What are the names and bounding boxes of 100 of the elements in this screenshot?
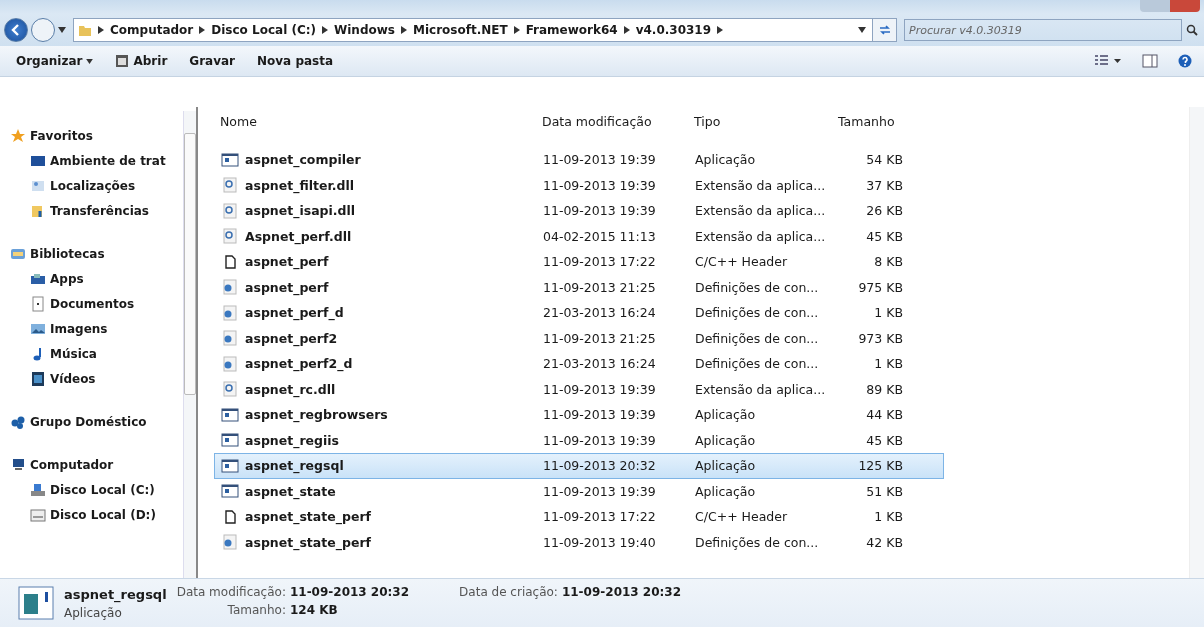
file-row[interactable]: aspnet_regbrowsers 11-09-2013 19:39 Aplicação 44 KB bbox=[214, 402, 944, 428]
file-row[interactable]: aspnet_state_perf 11-09-2013 19:40 Definições de con... 42 KB bbox=[214, 529, 944, 555]
help-icon[interactable] bbox=[1178, 54, 1192, 68]
file-name: aspnet_perf bbox=[245, 254, 329, 270]
dropdown-arrow-icon[interactable] bbox=[58, 27, 66, 33]
refresh-icon bbox=[877, 24, 892, 36]
search-field[interactable]: Procurar v4.0.30319 bbox=[904, 19, 1182, 41]
caret-icon bbox=[86, 58, 94, 64]
size-cell-text: 1 KB bbox=[873, 509, 903, 525]
sidebar-item[interactable]: Disco Local (D:) bbox=[0, 502, 183, 527]
sidebar-item[interactable]: Imagens bbox=[0, 316, 183, 341]
date-cell-text: 11-09-2013 17:22 bbox=[542, 509, 657, 525]
date-cell-text: 11-09-2013 20:32 bbox=[542, 458, 657, 474]
size-cell-text: 45 KB bbox=[865, 432, 903, 448]
chevron-icon[interactable] bbox=[199, 26, 206, 34]
size-cell-text: 1 KB bbox=[873, 356, 903, 372]
file-row[interactable]: aspnet_isapi.dll 11-09-2013 19:39 Extensão da aplica... 26 KB bbox=[214, 198, 944, 224]
file-name: aspnet_perf bbox=[245, 279, 329, 295]
type-cell-text: Definições de con... bbox=[694, 305, 820, 321]
window-controls[interactable] bbox=[1140, 0, 1200, 12]
column-header[interactable]: Data modificação bbox=[540, 114, 692, 129]
sidebar-item[interactable]: Documentos bbox=[0, 291, 183, 316]
file-row[interactable]: aspnet_perf2 11-09-2013 21:25 Definições de con... 973 KB bbox=[214, 325, 944, 351]
property-label: Data modificação: bbox=[176, 585, 286, 599]
file-name: aspnet_regsql bbox=[64, 586, 167, 602]
toolbar-button[interactable]: Abrir bbox=[111, 52, 180, 70]
chevron-icon[interactable] bbox=[623, 26, 630, 34]
breadcrumb[interactable]: Computador bbox=[110, 23, 194, 37]
toolbar-button[interactable]: Organizar bbox=[12, 52, 106, 70]
sidebar-item[interactable]: Disco Local (C:) bbox=[0, 477, 183, 502]
breadcrumb[interactable]: Windows bbox=[334, 23, 395, 37]
sidebar-item[interactable]: Localizações bbox=[0, 173, 183, 198]
file-row[interactable]: aspnet_perf 11-09-2013 17:22 C/C++ Header 8 KB bbox=[214, 249, 944, 275]
size-cell-text: 8 KB bbox=[873, 254, 903, 270]
back-button[interactable] bbox=[4, 18, 28, 42]
date-cell-text: 11-09-2013 19:39 bbox=[542, 152, 657, 168]
file-row[interactable]: aspnet_compiler 11-09-2013 19:39 Aplicação 54 KB bbox=[214, 147, 944, 173]
property-value: 11-09-2013 20:32 bbox=[289, 585, 410, 599]
file-row[interactable]: aspnet_state_perf 11-09-2013 17:22 C/C++ Header 1 KB bbox=[214, 504, 944, 530]
file-row[interactable]: aspnet_perf_d 21-03-2013 16:24 Definições de con... 1 KB bbox=[214, 300, 944, 326]
sidebar-item[interactable]: Ambiente de trat bbox=[0, 148, 183, 173]
scrollbar[interactable] bbox=[183, 111, 196, 578]
sidebar-item[interactable]: Favoritos bbox=[0, 123, 183, 148]
breadcrumb[interactable]: Framework64 bbox=[525, 23, 618, 37]
application-icon bbox=[221, 151, 239, 168]
chevron-icon[interactable] bbox=[513, 26, 520, 34]
type-cell-text: Extensão da aplica... bbox=[694, 381, 825, 397]
sidebar-item[interactable]: Bibliotecas bbox=[0, 241, 183, 266]
file-row[interactable]: aspnet_rc.dll 11-09-2013 19:39 Extensão da aplica... 89 KB bbox=[214, 376, 944, 402]
view-options-icon[interactable] bbox=[1094, 54, 1122, 68]
sidebar-item[interactable]: Vídeos bbox=[0, 366, 183, 391]
document-icon bbox=[30, 295, 46, 312]
type-cell-text: Definições de con... bbox=[694, 279, 820, 295]
date-cell-text: 11-09-2013 19:39 bbox=[542, 407, 657, 423]
file-name: aspnet_state bbox=[245, 483, 336, 499]
address-bar[interactable]: Computador Disco Local (C:) Windows Microsoft.NET Framework64 v4.0.30319 bbox=[73, 18, 897, 42]
chevron-icon[interactable] bbox=[98, 26, 104, 34]
file-name: aspnet_perf_d bbox=[245, 305, 344, 321]
refresh-button[interactable] bbox=[872, 19, 896, 41]
search-icon[interactable] bbox=[1186, 24, 1198, 36]
type-cell-text: Definições de con... bbox=[694, 534, 820, 550]
star-icon bbox=[10, 127, 26, 144]
column-header[interactable]: Tipo bbox=[692, 114, 824, 129]
date-cell-text: 11-09-2013 19:39 bbox=[542, 432, 657, 448]
chevron-icon[interactable] bbox=[400, 26, 407, 34]
folder-icon bbox=[78, 23, 92, 37]
computer-icon bbox=[10, 456, 26, 473]
scrollbar[interactable] bbox=[1189, 107, 1204, 578]
dropdown-arrow-icon[interactable] bbox=[858, 27, 866, 33]
chevron-icon[interactable] bbox=[322, 26, 328, 34]
chevron-icon[interactable] bbox=[717, 26, 724, 34]
size-cell-text: 1 KB bbox=[873, 305, 903, 321]
sidebar-item[interactable]: Transferências bbox=[0, 198, 183, 223]
column-header[interactable]: Tamanho bbox=[824, 114, 916, 129]
file-name: aspnet_regsql bbox=[245, 458, 344, 474]
sidebar-item[interactable]: Computador bbox=[0, 452, 183, 477]
breadcrumb[interactable]: Disco Local (C:) bbox=[211, 23, 316, 37]
file-row[interactable]: aspnet_filter.dll 11-09-2013 19:39 Extensão da aplica... 37 KB bbox=[214, 172, 944, 198]
file-row[interactable]: aspnet_regiis 11-09-2013 19:39 Aplicação 45 KB bbox=[214, 427, 944, 453]
date-cell-text: 21-03-2013 16:24 bbox=[542, 356, 657, 372]
application-icon bbox=[221, 483, 239, 500]
toolbar-button[interactable]: Nova pasta bbox=[253, 52, 346, 70]
toolbar-button[interactable]: Gravar bbox=[185, 52, 247, 70]
sidebar-item[interactable]: Música bbox=[0, 341, 183, 366]
date-cell-text: 11-09-2013 19:39 bbox=[542, 381, 657, 397]
file-row[interactable]: Aspnet_perf.dll 04-02-2015 11:13 Extensão da aplica... 45 KB bbox=[214, 223, 944, 249]
file-name: aspnet_filter.dll bbox=[245, 177, 355, 193]
file-row[interactable]: aspnet_perf 11-09-2013 21:25 Definições de con... 975 KB bbox=[214, 274, 944, 300]
size-cell-text: 975 KB bbox=[857, 279, 903, 295]
column-header[interactable]: Nome bbox=[214, 114, 540, 129]
sidebar-item[interactable]: Apps bbox=[0, 266, 183, 291]
preview-pane-icon[interactable] bbox=[1142, 54, 1158, 68]
file-row[interactable]: aspnet_regsql 11-09-2013 20:32 Aplicação 125 KB bbox=[214, 453, 944, 479]
type-cell-text: Aplicação bbox=[694, 152, 757, 168]
file-row[interactable]: aspnet_state 11-09-2013 19:39 Aplicação 51 KB bbox=[214, 478, 944, 504]
type-cell-text: Aplicação bbox=[694, 458, 757, 474]
sidebar-item[interactable]: Grupo Doméstico bbox=[0, 409, 183, 434]
breadcrumb[interactable]: v4.0.30319 bbox=[635, 23, 712, 37]
breadcrumb[interactable]: Microsoft.NET bbox=[412, 23, 508, 37]
file-row[interactable]: aspnet_perf2_d 21-03-2013 16:24 Definições de con... 1 KB bbox=[214, 351, 944, 377]
